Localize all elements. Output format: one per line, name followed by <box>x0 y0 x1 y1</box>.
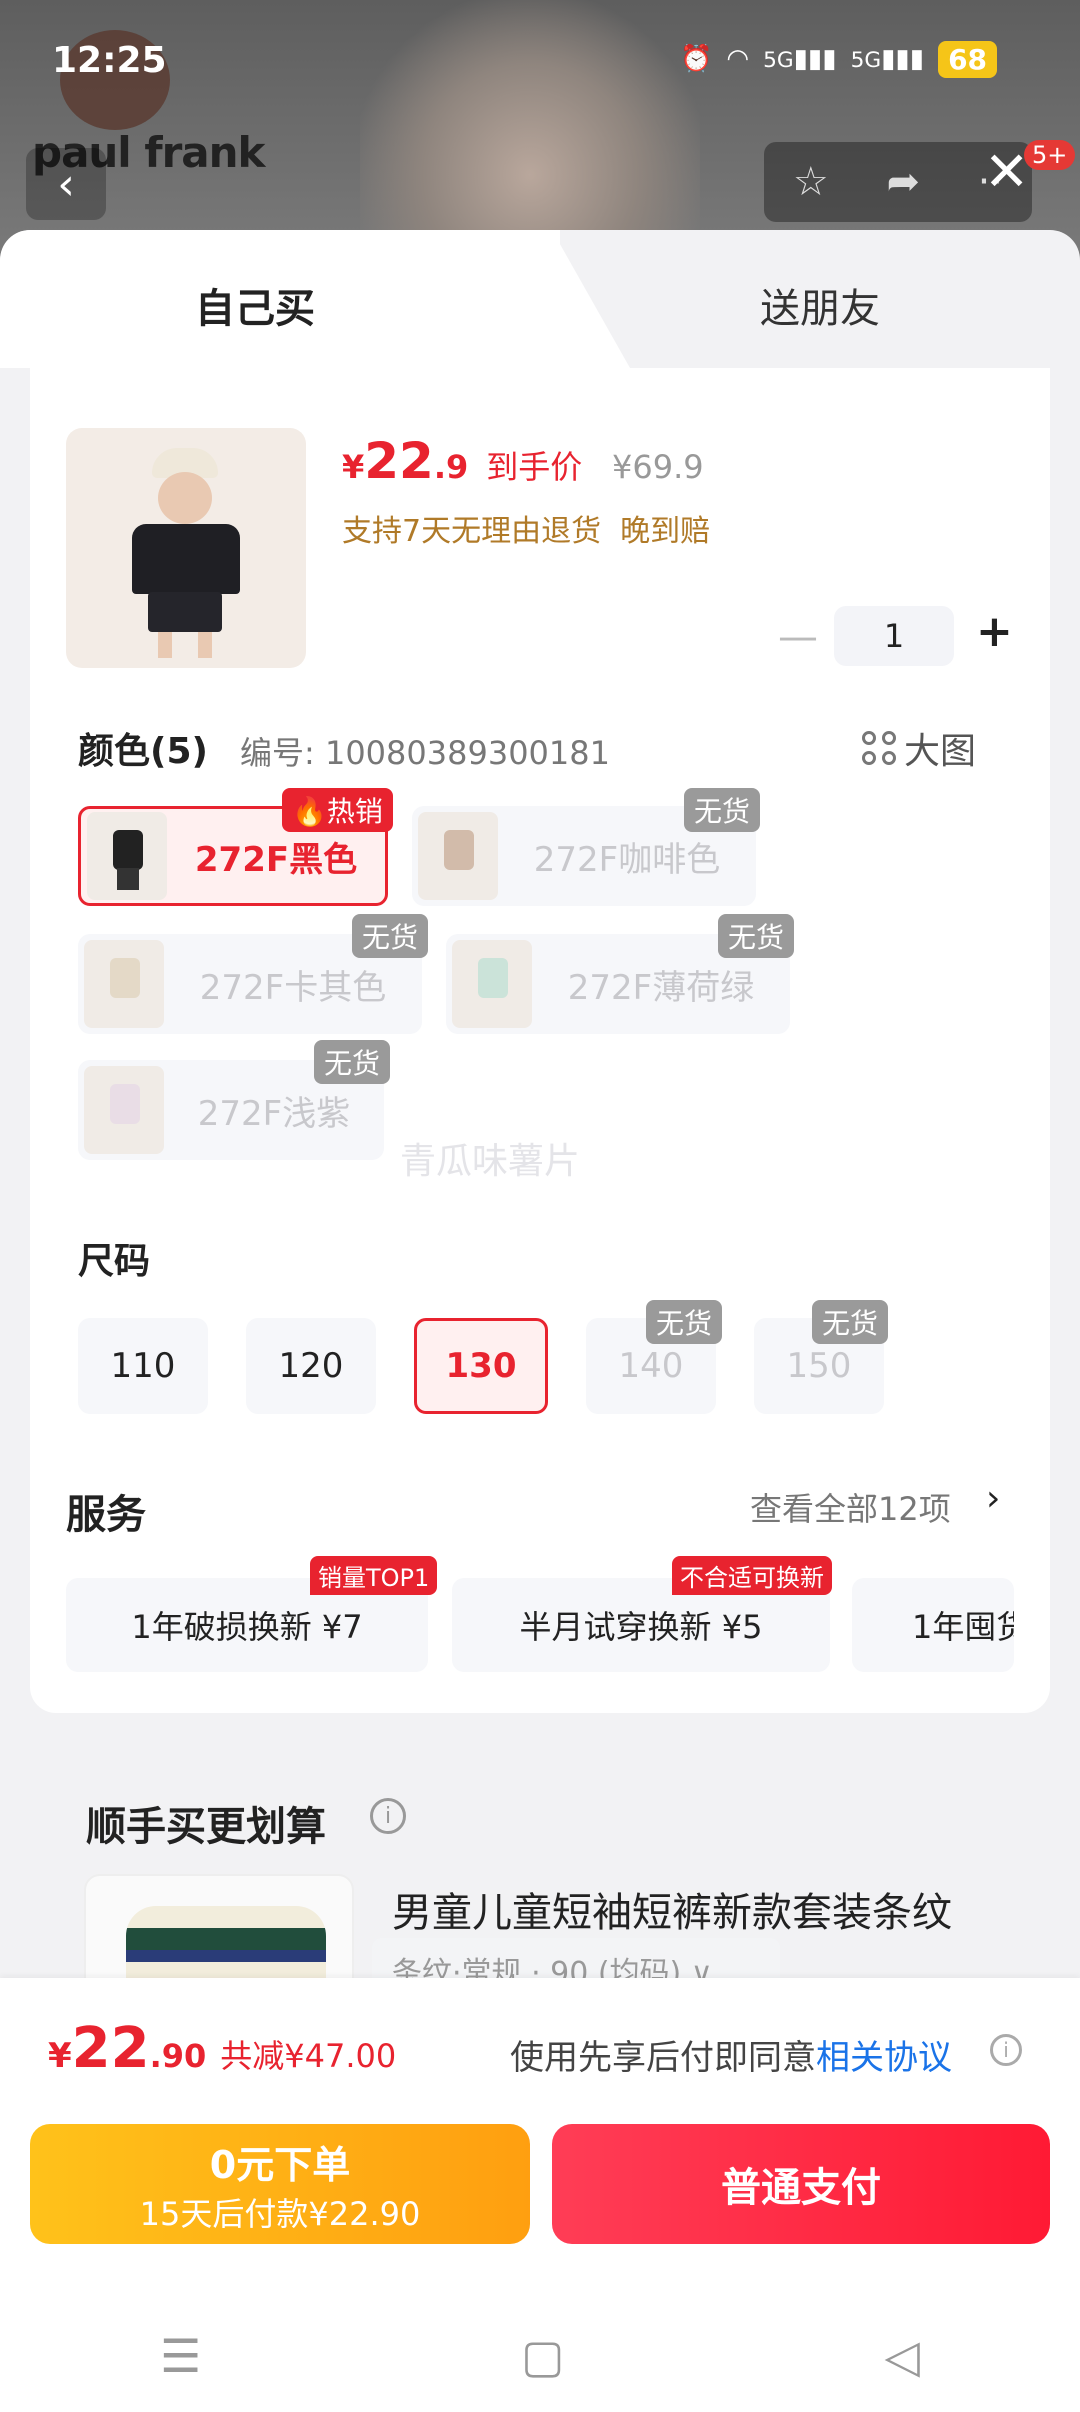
service-title: 服务 <box>66 1492 146 1538</box>
back-nav-icon[interactable]: ◁ <box>885 2329 920 2383</box>
total-integer: 22 <box>71 2016 150 2081</box>
original-price: ¥69.9 <box>612 448 704 486</box>
agreement-label: 使用先享后付即同意 <box>510 2038 816 2078</box>
normal-pay-button[interactable]: 普通支付 <box>552 2124 1050 2244</box>
agreement-text: 使用先享后付即同意相关协议 <box>510 2030 952 2079</box>
color-thumb <box>84 940 164 1028</box>
tab-buy-for-self[interactable]: 自己买 <box>195 276 315 334</box>
wifi-icon: ◠ <box>726 44 750 74</box>
out-of-stock-tag: 无货 <box>646 1300 723 1344</box>
share-icon[interactable]: ➦ <box>886 159 920 205</box>
sku-number: 编号: 10080389300181 <box>240 734 610 772</box>
combo-title: 顺手买更划算 <box>86 1804 326 1850</box>
notification-badge: 5+ <box>1024 140 1076 170</box>
background-model-photo <box>360 0 700 250</box>
quantity-plus-button[interactable]: + <box>976 606 1013 657</box>
size-option-130[interactable]: 130 <box>414 1318 548 1414</box>
big-image-label: 大图 <box>904 731 977 772</box>
price-label: 到手价 <box>486 448 583 486</box>
system-nav-bar: ☰ ▢ ◁ <box>0 2300 1080 2412</box>
agreement-link[interactable]: 相关协议 <box>816 2038 952 2078</box>
top-seller-tag: 销量TOP1 <box>310 1556 438 1595</box>
size-option-110[interactable]: 110 <box>78 1318 208 1414</box>
back-button[interactable]: ‹ <box>26 148 106 220</box>
out-of-stock-tag: 无货 <box>352 914 429 958</box>
size-option-120[interactable]: 120 <box>246 1318 376 1414</box>
star-icon[interactable]: ☆ <box>793 159 829 205</box>
zero-yuan-order-button[interactable]: 0元下单 15天后付款¥22.90 <box>30 2124 530 2244</box>
color-thumb <box>418 812 498 900</box>
price-currency: ¥ <box>342 448 365 486</box>
color-thumb <box>452 940 532 1028</box>
tab-gift-friend[interactable]: 送朋友 <box>760 276 880 334</box>
fit-replace-tag: 不合适可换新 <box>672 1556 832 1595</box>
info-icon[interactable]: i <box>370 1798 406 1834</box>
hot-sale-tag: 🔥热销 <box>282 788 393 832</box>
quantity-minus-button[interactable]: — <box>778 614 818 660</box>
home-icon[interactable]: ▢ <box>521 2329 564 2383</box>
color-thumb <box>84 1066 164 1154</box>
color-label: 272F薄荷绿 <box>567 967 755 1008</box>
service-view-all[interactable]: 查看全部12项 <box>750 1484 951 1530</box>
color-title: 颜色(5) <box>78 731 208 772</box>
price-integer: 22 <box>364 432 434 490</box>
color-thumb <box>87 812 167 900</box>
tab-self-curve <box>500 230 630 368</box>
info-icon[interactable]: i <box>990 2034 1022 2066</box>
quantity-input[interactable]: 1 <box>834 606 954 666</box>
out-of-stock-tag: 无货 <box>718 914 795 958</box>
combo-product-name[interactable]: 男童儿童短袖短裤新款套装条纹 <box>392 1880 952 1938</box>
total-decimal: .90 <box>149 2037 207 2075</box>
out-of-stock-tag: 无货 <box>314 1040 391 1084</box>
total-price: ¥ 22 .90 共减¥47.00 <box>48 2016 396 2081</box>
battery-icon: 68 <box>938 40 998 78</box>
return-policy: 支持7天无理由退货 晚到赔 <box>342 514 711 549</box>
product-image[interactable] <box>66 428 306 668</box>
fire-icon: 🔥 <box>292 795 327 828</box>
signal-1-icon: 5G▮▮▮ <box>763 44 837 74</box>
close-icon[interactable]: ✕ <box>984 140 1029 203</box>
status-time: 12:25 <box>52 40 167 81</box>
color-label: 272F卡其色 <box>199 967 387 1008</box>
color-label: 272F黑色 <box>194 839 358 880</box>
grid-icon <box>862 731 896 765</box>
chevron-right-icon[interactable]: › <box>986 1478 1000 1519</box>
color-label: 272F咖啡色 <box>533 839 721 880</box>
menu-icon[interactable]: ☰ <box>160 2329 201 2383</box>
big-image-button[interactable]: 大图 <box>862 722 976 774</box>
price-decimal: .9 <box>433 448 469 486</box>
watermark: 青瓜味薯片 <box>400 1141 581 1182</box>
zero-order-subtitle: 15天后付款¥22.90 <box>139 2195 421 2233</box>
total-discount: 共减¥47.00 <box>220 2037 397 2075</box>
size-title: 尺码 <box>78 1241 151 1282</box>
out-of-stock-tag: 无货 <box>684 788 761 832</box>
signal-2-icon: 5G▮▮▮ <box>850 44 925 74</box>
hot-tag-label: 热销 <box>326 795 383 828</box>
service-stock-up[interactable]: 1年囤货 <box>852 1578 1014 1672</box>
total-currency: ¥ <box>48 2036 72 2076</box>
product-price: ¥ 22 .9 到手价 <box>342 432 582 490</box>
zero-order-title: 0元下单 <box>209 2143 351 2187</box>
status-icons: ⏰ ◠ 5G▮▮▮ 5G▮▮▮ 68 <box>680 36 998 82</box>
alarm-icon: ⏰ <box>680 44 713 74</box>
out-of-stock-tag: 无货 <box>812 1300 889 1344</box>
color-label: 272F浅紫 <box>197 1093 351 1134</box>
